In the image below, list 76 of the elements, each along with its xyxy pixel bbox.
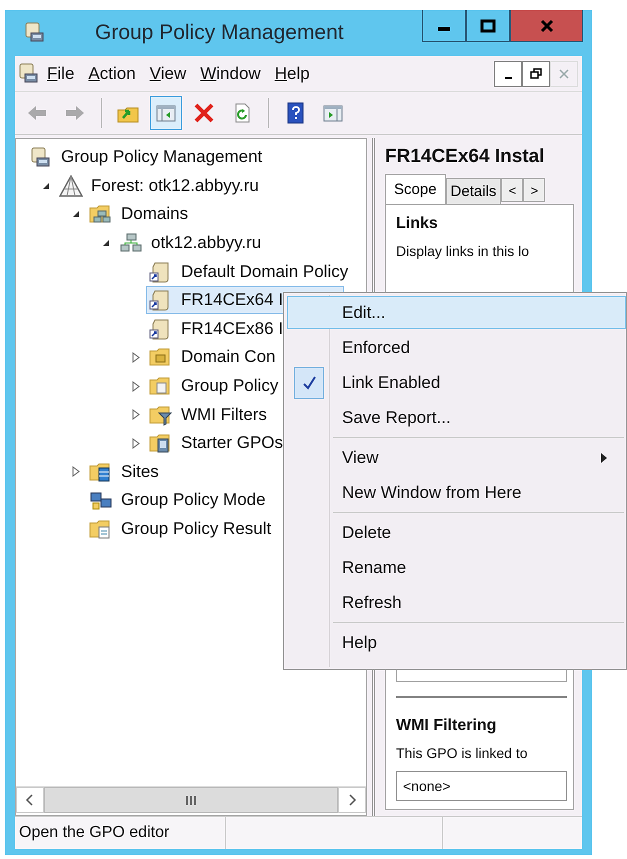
scroll-shortcut-icon bbox=[149, 260, 171, 283]
menu-item[interactable]: Link Enabled bbox=[287, 366, 626, 399]
menu-item[interactable]: Enforced bbox=[287, 331, 626, 364]
tree-item[interactable]: otk12.abbyy.ru bbox=[116, 229, 266, 258]
chevron-right-icon bbox=[347, 794, 357, 806]
delete-x-icon bbox=[193, 102, 215, 124]
scroll-computer-icon bbox=[17, 62, 39, 84]
scroll-computer-icon bbox=[29, 146, 51, 168]
section-heading: WMI Filtering bbox=[396, 717, 498, 735]
horizontal-scrollbar[interactable] bbox=[16, 786, 366, 813]
description-text: Display links in this lo bbox=[396, 243, 530, 259]
folder-filter-icon bbox=[149, 404, 173, 426]
maximize-button[interactable] bbox=[466, 10, 510, 42]
menu-item[interactable]: View bbox=[148, 64, 198, 84]
menu-item[interactable]: File bbox=[45, 64, 86, 84]
tree-item[interactable]: Forest: otk12.abbyy.ru bbox=[56, 172, 264, 200]
split-window-button[interactable] bbox=[150, 96, 182, 130]
links-list[interactable] bbox=[396, 669, 567, 682]
folder-network-icon bbox=[89, 203, 113, 226]
minimize-icon bbox=[438, 26, 450, 30]
restore-icon bbox=[530, 68, 542, 80]
menu-item[interactable]: View bbox=[287, 441, 626, 474]
tab[interactable]: Scope bbox=[385, 174, 446, 204]
expanded-arrow-icon[interactable] bbox=[102, 239, 110, 248]
tree-item[interactable]: Default Domain Policy bbox=[146, 258, 354, 286]
tree-item[interactable]: Starter GPOs bbox=[146, 429, 288, 458]
description-text: This GPO is linked to bbox=[396, 745, 528, 761]
tree-item[interactable]: Group Policy Mode bbox=[86, 486, 271, 514]
tree-item[interactable]: Group Policy Management bbox=[26, 143, 268, 172]
status-text: Open the GPO editor bbox=[15, 817, 226, 849]
expanded-arrow-icon[interactable] bbox=[72, 210, 80, 218]
window-title: Group Policy Management bbox=[95, 21, 345, 45]
tab-scroll-button[interactable]: < bbox=[501, 178, 524, 202]
menu-item[interactable]: Delete bbox=[287, 516, 626, 549]
menu-item[interactable]: New Window from Here bbox=[287, 476, 626, 509]
menu-item[interactable]: Save Report... bbox=[287, 401, 626, 434]
triangle-tree-icon bbox=[59, 174, 83, 197]
minimize-icon bbox=[504, 76, 512, 78]
tree-item[interactable]: FR14CEx86 I bbox=[146, 314, 288, 343]
collapsed-arrow-icon[interactable] bbox=[72, 466, 80, 478]
close-button[interactable] bbox=[510, 10, 583, 42]
collapsed-arrow-icon[interactable] bbox=[132, 438, 140, 449]
wmi-filter-field[interactable]: <none> bbox=[396, 771, 567, 801]
tab-scroll-button[interactable]: > bbox=[523, 178, 546, 202]
collapsed-arrow-icon[interactable] bbox=[132, 352, 140, 363]
tree-item[interactable]: Sites bbox=[86, 458, 164, 486]
menu-item[interactable]: Refresh bbox=[287, 586, 626, 619]
scrollbar-thumb[interactable] bbox=[44, 787, 338, 813]
collapsed-arrow-icon[interactable] bbox=[132, 380, 140, 392]
tree-item[interactable]: Domain Con bbox=[146, 343, 280, 372]
restore-button[interactable] bbox=[522, 60, 550, 86]
scroll-computer-icon bbox=[23, 21, 45, 43]
tree-item[interactable]: WMI Filters bbox=[146, 400, 272, 429]
scroll-shortcut-icon bbox=[149, 318, 171, 340]
tree-item[interactable]: Group Policy bbox=[146, 372, 284, 400]
minimize-button[interactable] bbox=[422, 10, 466, 42]
scroll-shortcut-icon bbox=[149, 289, 171, 312]
tab[interactable]: Details bbox=[446, 178, 502, 204]
maximize-icon bbox=[480, 18, 496, 34]
section-heading: Links bbox=[396, 215, 439, 233]
menu-item[interactable]: Rename bbox=[287, 551, 626, 584]
network-icon bbox=[119, 232, 143, 254]
menu-item[interactable]: Help bbox=[272, 64, 322, 84]
menu-item[interactable]: Help bbox=[287, 626, 626, 659]
tree-item[interactable]: Group Policy Result bbox=[86, 515, 276, 544]
expanded-arrow-icon[interactable] bbox=[42, 182, 50, 190]
close-icon bbox=[558, 68, 570, 80]
details-title: FR14CEx64 Instal bbox=[385, 146, 546, 168]
chevron-left-icon bbox=[25, 794, 35, 806]
collapsed-arrow-icon[interactable] bbox=[132, 409, 140, 420]
close-icon bbox=[538, 18, 554, 34]
grip-icon bbox=[186, 796, 196, 804]
menu-item[interactable]: Action bbox=[86, 64, 148, 84]
tree-item[interactable]: Domains bbox=[86, 200, 194, 228]
menu-item[interactable]: Window bbox=[198, 64, 273, 84]
menu-item[interactable]: Edit... bbox=[287, 296, 626, 329]
